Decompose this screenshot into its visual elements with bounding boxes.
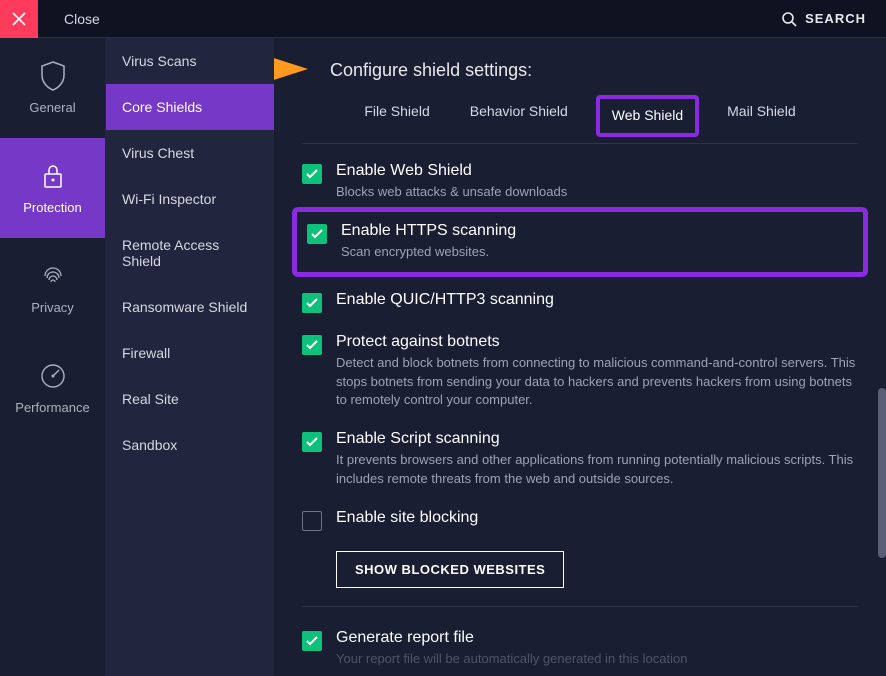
nav-label: Privacy	[31, 300, 74, 315]
setting-desc: Blocks web attacks & unsafe downloads	[336, 183, 567, 202]
subnav-item-core-shields[interactable]: Core Shields	[106, 84, 274, 130]
subnav-item-firewall[interactable]: Firewall	[106, 330, 274, 376]
tab-web-shield[interactable]: Web Shield	[612, 107, 683, 123]
gauge-icon	[39, 362, 67, 390]
setting-https: Enable HTTPS scanning Scan encrypted web…	[307, 222, 853, 262]
checkbox-site-blocking[interactable]	[302, 511, 322, 531]
checkbox-botnet[interactable]	[302, 335, 322, 355]
setting-desc: It prevents browsers and other applicati…	[336, 451, 858, 489]
setting-title: Protect against botnets	[336, 333, 858, 351]
subnav-item-real-site[interactable]: Real Site	[106, 376, 274, 422]
checkbox-quic[interactable]	[302, 293, 322, 313]
close-button[interactable]	[0, 0, 38, 38]
scrollbar-thumb[interactable]	[878, 388, 886, 558]
setting-script: Enable Script scanning It prevents brows…	[302, 430, 858, 489]
subnav-item-ransomware[interactable]: Ransomware Shield	[106, 284, 274, 330]
setting-site-blocking: Enable site blocking	[302, 509, 858, 531]
setting-title: Enable HTTPS scanning	[341, 222, 516, 240]
checkbox-web-shield[interactable]	[302, 164, 322, 184]
subnav-item-virus-chest[interactable]: Virus Chest	[106, 130, 274, 176]
tab-file-shield[interactable]: File Shield	[358, 99, 435, 133]
setting-quic: Enable QUIC/HTTP3 scanning	[302, 291, 858, 313]
divider	[302, 606, 858, 607]
setting-desc: Your report file will be automatically g…	[336, 650, 687, 669]
nav-item-privacy[interactable]: Privacy	[0, 238, 105, 338]
content-panel: Configure shield settings: File Shield B…	[274, 38, 886, 676]
subnav: Virus Scans Core Shields Virus Chest Wi-…	[106, 38, 274, 676]
show-blocked-button[interactable]: SHOW BLOCKED WEBSITES	[336, 551, 564, 588]
nav-label: General	[29, 100, 75, 115]
nav-item-performance[interactable]: Performance	[0, 338, 105, 438]
subnav-item-remote-access[interactable]: Remote Access Shield	[106, 222, 274, 284]
nav-item-general[interactable]: General	[0, 38, 105, 138]
setting-title: Enable Web Shield	[336, 162, 567, 180]
tab-web-shield-highlight: Web Shield	[596, 95, 699, 137]
search-icon	[781, 11, 797, 27]
setting-title: Enable Script scanning	[336, 430, 858, 448]
search-label: SEARCH	[805, 11, 866, 26]
https-highlight: Enable HTTPS scanning Scan encrypted web…	[292, 207, 868, 277]
setting-title: Enable site blocking	[336, 509, 478, 527]
close-icon	[12, 12, 26, 26]
setting-web-shield: Enable Web Shield Blocks web attacks & u…	[302, 162, 858, 202]
checkbox-script[interactable]	[302, 432, 322, 452]
subnav-item-virus-scans[interactable]: Virus Scans	[106, 38, 274, 84]
shield-icon	[39, 62, 67, 90]
setting-title: Enable QUIC/HTTP3 scanning	[336, 291, 554, 309]
fingerprint-icon	[39, 262, 67, 290]
subnav-item-wifi-inspector[interactable]: Wi-Fi Inspector	[106, 176, 274, 222]
setting-report: Generate report file Your report file wi…	[302, 629, 858, 669]
arrow-annotation-icon	[274, 55, 308, 83]
checkbox-report[interactable]	[302, 631, 322, 651]
titlebar: Close SEARCH	[0, 0, 886, 38]
nav-item-protection[interactable]: Protection	[0, 138, 105, 238]
nav-rail: General Protection Privacy Performance	[0, 38, 106, 676]
nav-label: Performance	[15, 400, 89, 415]
checkbox-https[interactable]	[307, 224, 327, 244]
lock-icon	[39, 162, 67, 190]
subnav-item-sandbox[interactable]: Sandbox	[106, 422, 274, 468]
setting-botnet: Protect against botnets Detect and block…	[302, 333, 858, 411]
nav-label: Protection	[23, 200, 82, 215]
tab-behavior-shield[interactable]: Behavior Shield	[464, 99, 574, 133]
setting-desc: Scan encrypted websites.	[341, 243, 516, 262]
setting-desc: Detect and block botnets from connecting…	[336, 354, 858, 411]
setting-title: Generate report file	[336, 629, 687, 647]
page-title: Configure shield settings:	[330, 60, 858, 81]
close-label: Close	[64, 11, 100, 27]
search-button[interactable]: SEARCH	[781, 11, 866, 27]
shield-tabs: File Shield Behavior Shield Web Shield M…	[302, 99, 858, 144]
tab-mail-shield[interactable]: Mail Shield	[721, 99, 801, 133]
